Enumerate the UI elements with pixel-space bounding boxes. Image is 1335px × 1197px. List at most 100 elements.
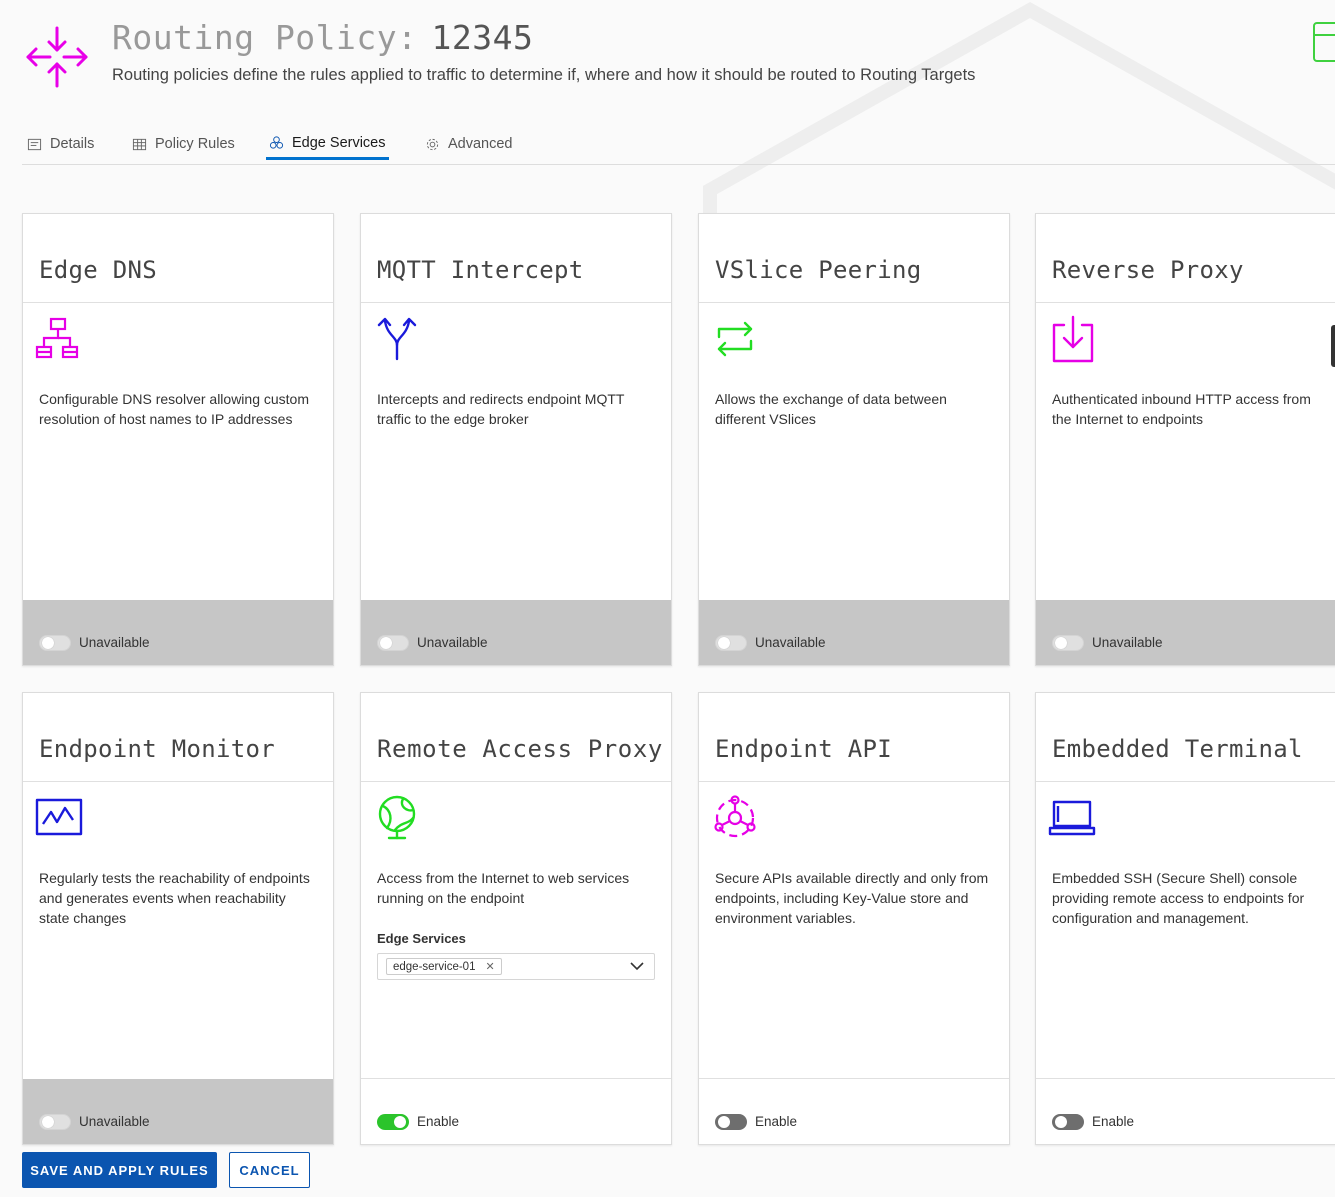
toggle-label: Enable bbox=[417, 1114, 460, 1129]
policy-id: 12345 bbox=[431, 18, 534, 57]
routing-arrows-icon bbox=[26, 26, 88, 88]
card-description: Regularly tests the reachability of endp… bbox=[39, 870, 310, 926]
tab-label: Policy Rules bbox=[155, 136, 235, 152]
toggle-knob bbox=[718, 637, 730, 649]
card-description: Secure APIs available directly and only … bbox=[715, 870, 989, 926]
page-title: Routing Policy: 12345 bbox=[112, 18, 533, 57]
card-description: Allows the exchange of data between diff… bbox=[715, 391, 947, 427]
divider bbox=[1036, 781, 1335, 782]
card-description: Embedded SSH (Secure Shell) console prov… bbox=[1052, 870, 1305, 926]
card-footer: Unavailable bbox=[1036, 600, 1335, 665]
service-toggle[interactable] bbox=[377, 1114, 409, 1130]
toggle-label: Enable bbox=[1092, 1114, 1135, 1129]
gear-icon bbox=[426, 138, 439, 150]
card-endpoint-api: Endpoint API Secure APIs available direc… bbox=[698, 692, 1010, 1145]
tab-edge-services[interactable]: Edge Services bbox=[266, 128, 389, 160]
chip-remove-icon[interactable]: ✕ bbox=[485, 960, 494, 973]
card-description: Access from the Internet to web services… bbox=[377, 870, 630, 906]
card-title: VSlice Peering bbox=[715, 256, 922, 284]
card-footer: Unavailable bbox=[361, 600, 671, 665]
edge-services-field-label: Edge Services bbox=[377, 931, 466, 946]
card-remote-access-proxy: Remote Access Proxy Access from the Inte… bbox=[360, 692, 672, 1145]
details-icon bbox=[27, 138, 42, 150]
page-header: Routing Policy: 12345 Routing policies de… bbox=[22, 18, 1335, 98]
download-tray-icon bbox=[1052, 315, 1094, 363]
network-tree-icon bbox=[35, 317, 79, 359]
toggle-knob bbox=[1055, 1116, 1067, 1128]
card-mqtt-intercept: MQTT Intercept Intercepts and redirects … bbox=[360, 213, 672, 666]
card-embedded-terminal: Embedded Terminal Embedded SSH (Secure S… bbox=[1035, 692, 1335, 1145]
tab-label: Details bbox=[50, 136, 95, 152]
chevron-down-icon[interactable] bbox=[630, 961, 644, 971]
globe-icon bbox=[378, 795, 416, 840]
edge-services-icon bbox=[269, 136, 284, 149]
service-toggle[interactable] bbox=[377, 635, 409, 651]
laptop-icon bbox=[1048, 800, 1096, 836]
side-panel-handle[interactable] bbox=[1331, 325, 1335, 367]
card-description: Authenticated inbound HTTP access from t… bbox=[1052, 391, 1311, 427]
rules-icon bbox=[132, 138, 147, 150]
tab-advanced[interactable]: Advanced bbox=[425, 128, 513, 160]
toggle-knob bbox=[718, 1116, 730, 1128]
split-arrows-icon bbox=[377, 317, 417, 361]
title-label: Routing Policy: bbox=[112, 18, 418, 57]
selected-chip: edge-service-01 ✕ bbox=[386, 958, 502, 975]
card-endpoint-monitor: Endpoint Monitor Regularly tests the rea… bbox=[22, 692, 334, 1145]
card-footer: Enable bbox=[361, 1078, 671, 1144]
cancel-button[interactable]: CANCEL bbox=[229, 1152, 310, 1188]
divider bbox=[361, 302, 671, 303]
tab-policy-rules[interactable]: Policy Rules bbox=[132, 128, 235, 160]
api-hub-icon bbox=[714, 795, 756, 838]
divider bbox=[23, 781, 333, 782]
save-and-apply-button[interactable]: SAVE AND APPLY RULES bbox=[22, 1152, 217, 1188]
divider bbox=[361, 781, 671, 782]
exchange-arrows-icon bbox=[717, 321, 753, 357]
toggle-label: Unavailable bbox=[755, 635, 826, 650]
divider bbox=[699, 302, 1009, 303]
card-title: Reverse Proxy bbox=[1052, 256, 1244, 284]
tab-label: Edge Services bbox=[292, 134, 386, 151]
toggle-knob bbox=[42, 1116, 54, 1128]
service-toggle[interactable] bbox=[1052, 635, 1084, 651]
card-title: Edge DNS bbox=[39, 256, 157, 284]
card-footer: Enable bbox=[699, 1078, 1009, 1144]
card-reverse-proxy: Reverse Proxy Authenticated inbound HTTP… bbox=[1035, 213, 1335, 666]
toggle-label: Unavailable bbox=[79, 635, 150, 650]
card-title: MQTT Intercept bbox=[377, 256, 584, 284]
card-footer: Unavailable bbox=[23, 600, 333, 665]
chip-label: edge-service-01 bbox=[393, 960, 476, 973]
toggle-knob bbox=[1055, 637, 1067, 649]
service-toggle[interactable] bbox=[1052, 1114, 1084, 1130]
card-footer: Unavailable bbox=[699, 600, 1009, 665]
card-description: Intercepts and redirects endpoint MQTT t… bbox=[377, 391, 625, 427]
card-title: Embedded Terminal bbox=[1052, 735, 1303, 763]
toggle-label: Unavailable bbox=[417, 635, 488, 650]
service-toggle[interactable] bbox=[39, 1114, 71, 1130]
panel-toggle-button[interactable] bbox=[1313, 22, 1335, 62]
card-title: Endpoint Monitor bbox=[39, 735, 275, 763]
card-edge-dns: Edge DNS Configurable DNS resolver allow… bbox=[22, 213, 334, 666]
toggle-knob bbox=[42, 637, 54, 649]
tab-bar: Details Policy Rules Edge Services Advan… bbox=[22, 128, 1335, 165]
card-description: Configurable DNS resolver allowing custo… bbox=[39, 391, 310, 427]
tab-details[interactable]: Details bbox=[27, 128, 94, 160]
divider bbox=[23, 302, 333, 303]
card-footer: Unavailable bbox=[23, 1079, 333, 1144]
card-title: Endpoint API bbox=[715, 735, 892, 763]
divider bbox=[699, 781, 1009, 782]
card-title: Remote Access Proxy bbox=[377, 735, 663, 763]
toggle-label: Unavailable bbox=[79, 1114, 150, 1129]
toggle-label: Unavailable bbox=[1092, 635, 1163, 650]
service-toggle[interactable] bbox=[715, 1114, 747, 1130]
tab-label: Advanced bbox=[448, 136, 513, 152]
divider bbox=[1036, 302, 1335, 303]
toggle-knob bbox=[380, 637, 392, 649]
page-subtitle: Routing policies define the rules applie… bbox=[112, 66, 976, 84]
monitor-pulse-icon bbox=[35, 798, 83, 836]
service-toggle[interactable] bbox=[715, 635, 747, 651]
card-footer: Enable bbox=[1036, 1078, 1335, 1144]
toggle-label: Enable bbox=[755, 1114, 798, 1129]
edge-services-select[interactable]: edge-service-01 ✕ bbox=[377, 953, 655, 980]
service-toggle[interactable] bbox=[39, 635, 71, 651]
card-vslice-peering: VSlice Peering Allows the exchange of da… bbox=[698, 213, 1010, 666]
